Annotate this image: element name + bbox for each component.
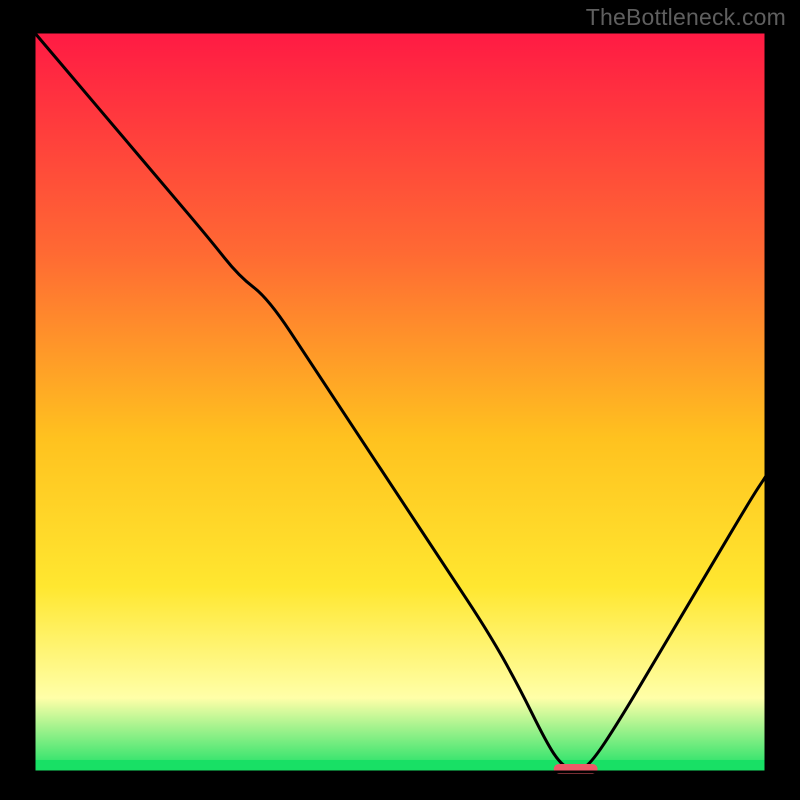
- bottleneck-chart: [0, 0, 800, 800]
- watermark-text: TheBottleneck.com: [586, 4, 786, 31]
- green-band: [34, 760, 766, 772]
- chart-frame: TheBottleneck.com: [0, 0, 800, 800]
